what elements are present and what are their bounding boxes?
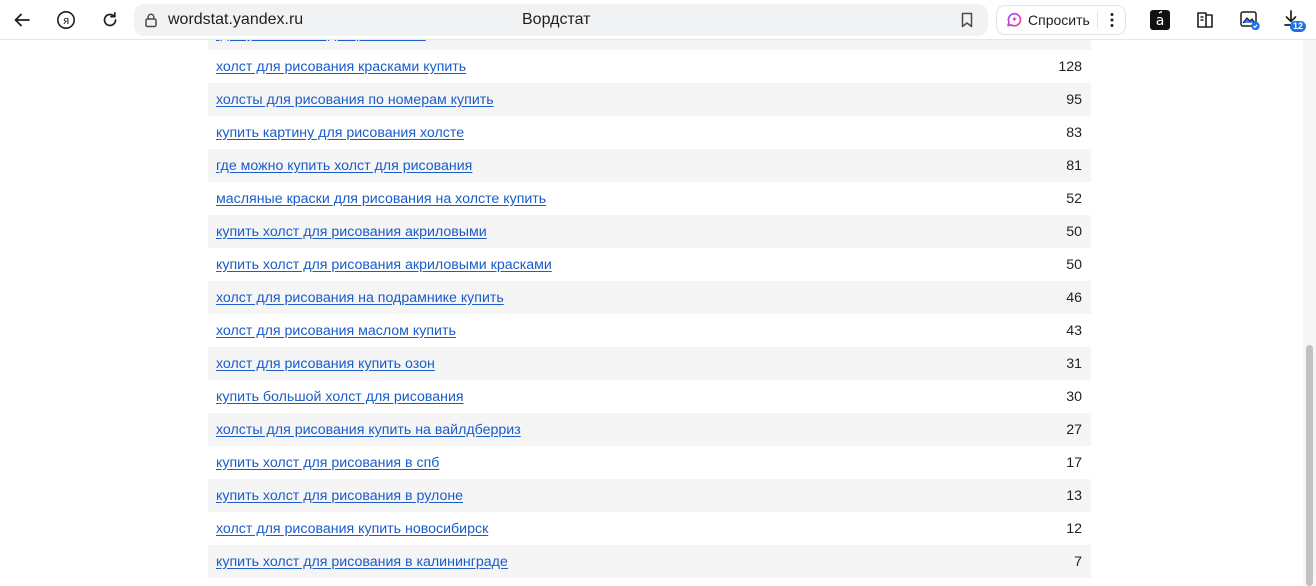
keyword-phrase-link[interactable]: холст для рисования на подрамнике купить	[216, 290, 504, 306]
impressions-count: 50	[1066, 256, 1082, 273]
page-title: Вордстат	[522, 11, 591, 28]
impressions-count: 52	[1066, 190, 1082, 207]
keyword-phrase-link[interactable]: купить большой холст для рисования	[216, 389, 464, 405]
more-menu-button[interactable]	[1098, 6, 1126, 34]
vertical-scrollbar[interactable]	[1303, 40, 1316, 586]
svg-text:я: я	[63, 14, 70, 27]
collections-icon[interactable]	[1194, 9, 1216, 31]
downloads-button[interactable]: 12	[1282, 9, 1308, 32]
impressions-count: 31	[1066, 355, 1082, 372]
ask-button[interactable]: Спросить	[997, 6, 1097, 34]
impressions-count: 128	[1058, 58, 1082, 75]
impressions-count: 109	[1058, 40, 1082, 42]
impressions-count: 95	[1066, 91, 1082, 108]
screenshot-extension-icon[interactable]	[1239, 9, 1261, 31]
table-row: холст для рисования на подрамнике купить…	[208, 281, 1091, 314]
keyword-phrase-link[interactable]: купить картину для рисования холсте	[216, 125, 464, 141]
table-row: масляные краски для рисования на холсте …	[208, 182, 1091, 215]
table-row: холсты для рисования по номерам купить 95	[208, 83, 1091, 116]
impressions-count: 17	[1066, 454, 1082, 471]
impressions-count: 81	[1066, 157, 1082, 174]
keyword-phrase-link[interactable]: холсты для рисования по номерам купить	[216, 92, 494, 108]
address-bar[interactable]: wordstat.yandex.ru Вордстат	[134, 4, 988, 36]
table-row: холст для рисования красками купить 128	[208, 50, 1091, 83]
keyword-phrase-link[interactable]: где купить холст для рисования	[216, 40, 426, 42]
impressions-count: 7	[1074, 553, 1082, 570]
scrollbar-thumb[interactable]	[1306, 345, 1313, 586]
impressions-count: 50	[1066, 223, 1082, 240]
table-row: купить холст для рисования в спб 17	[208, 446, 1091, 479]
url-text[interactable]: wordstat.yandex.ru	[168, 11, 303, 29]
impressions-count: 27	[1066, 421, 1082, 438]
yandex-logo-icon: я	[57, 11, 75, 29]
keyword-phrase-link[interactable]: купить холст для рисования акриловыми	[216, 224, 487, 240]
keyword-phrase-link[interactable]: масляные краски для рисования на холсте …	[216, 191, 546, 207]
browser-toolbar: я wordstat.yandex.ru Вордстат Спросить a…	[0, 0, 1316, 40]
lock-icon	[145, 13, 157, 28]
keyword-phrase-link[interactable]: холст для рисования купить новосибирск	[216, 521, 488, 537]
impressions-count: 13	[1066, 487, 1082, 504]
table-row: купить холст для рисования акриловыми 50	[208, 215, 1091, 248]
arrow-left-icon	[14, 13, 30, 27]
table-row: где купить холст для рисования 109	[208, 40, 1091, 50]
table-row: купить большой холст для рисования 30	[208, 380, 1091, 413]
vertical-dots-icon	[1110, 13, 1114, 27]
impressions-count: 46	[1066, 289, 1082, 306]
keyword-phrase-link[interactable]: холст для рисования красками купить	[216, 59, 466, 75]
table-row: холст для рисования купить новосибирск 12	[208, 512, 1091, 545]
downloads-count-badge: 12	[1290, 21, 1307, 32]
keyword-phrase-link[interactable]: холст для рисования купить озон	[216, 356, 435, 372]
page-content: где купить холст для рисования 109 холст д…	[0, 40, 1303, 586]
keyword-phrase-link[interactable]: купить холст для рисования в рулоне	[216, 488, 463, 504]
keyword-phrase-link[interactable]: холсты для рисования купить на вайлдберр…	[216, 422, 521, 438]
back-button[interactable]	[7, 6, 37, 34]
table-row: купить картину для рисования холсте 83	[208, 116, 1091, 149]
ask-alice-group: Спросить	[996, 5, 1126, 35]
ask-label: Спросить	[1028, 12, 1090, 28]
extension-a-icon[interactable]: a	[1149, 9, 1171, 31]
keyword-phrase-link[interactable]: купить холст для рисования в спб	[216, 455, 439, 471]
impressions-count: 43	[1066, 322, 1082, 339]
svg-text:a: a	[1156, 13, 1165, 29]
alice-sparkle-icon	[1007, 12, 1022, 27]
yandex-button[interactable]: я	[51, 6, 81, 34]
table-row: где можно купить холст для рисования 81	[208, 149, 1091, 182]
table-row: купить холст для рисования в калининград…	[208, 545, 1091, 578]
reload-button[interactable]	[95, 6, 125, 34]
impressions-count: 30	[1066, 388, 1082, 405]
keyword-phrase-link[interactable]: купить холст для рисования акриловыми кр…	[216, 257, 552, 273]
table-row: купить холст для рисования акриловыми кр…	[208, 248, 1091, 281]
table-row: холсты для рисования купить на вайлдберр…	[208, 413, 1091, 446]
impressions-count: 83	[1066, 124, 1082, 141]
keyword-phrase-link[interactable]: где можно купить холст для рисования	[216, 158, 472, 174]
table-row: холст для рисования маслом купить 43	[208, 314, 1091, 347]
reload-icon	[103, 11, 117, 27]
keyword-phrase-link[interactable]: холст для рисования маслом купить	[216, 323, 456, 339]
impressions-count: 12	[1066, 520, 1082, 537]
table-row: купить холст для рисования в рулоне 13	[208, 479, 1091, 512]
bookmark-icon[interactable]	[958, 11, 976, 29]
keyword-phrase-link[interactable]: купить холст для рисования в калининград…	[216, 554, 508, 570]
wordstat-results-table: где купить холст для рисования 109 холст д…	[208, 40, 1091, 578]
table-row: холст для рисования купить озон 31	[208, 347, 1091, 380]
